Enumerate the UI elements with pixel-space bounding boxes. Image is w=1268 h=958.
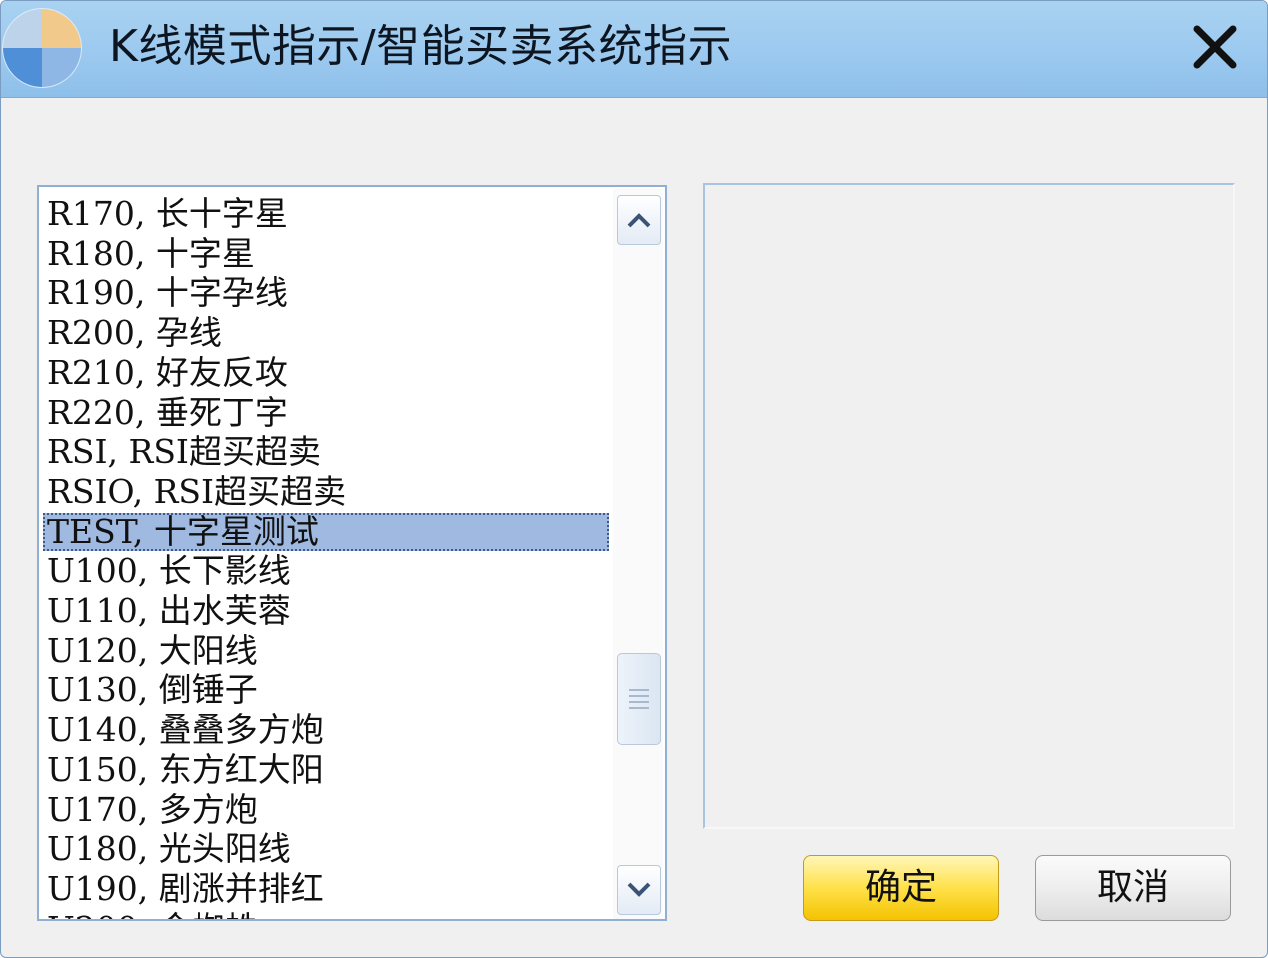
- list-item[interactable]: U190, 剧涨并排红: [43, 869, 609, 908]
- close-button[interactable]: [1187, 19, 1243, 75]
- preview-panel: [703, 183, 1235, 829]
- list-item[interactable]: R220, 垂死丁字: [43, 393, 609, 432]
- close-icon: [1193, 25, 1237, 69]
- list-item[interactable]: U200, 金蜘蛛: [43, 909, 609, 919]
- list-item[interactable]: U120, 大阳线: [43, 631, 609, 670]
- list-item[interactable]: R180, 十字星: [43, 234, 609, 273]
- list-item[interactable]: R210, 好友反攻: [43, 353, 609, 392]
- pattern-listbox[interactable]: R170, 长十字星 R180, 十字星 R190, 十字孕线 R200, 孕线 R21…: [37, 185, 667, 921]
- dialog-window: K线模式指示/智能买卖系统指示 R170, 长十字星 R180, 十字星 R190,…: [0, 0, 1268, 958]
- list-items: R170, 长十字星 R180, 十字星 R190, 十字孕线 R200, 孕线 R21…: [43, 187, 613, 919]
- list-item[interactable]: RSI, RSI超买超卖: [43, 433, 609, 471]
- title-bar[interactable]: K线模式指示/智能买卖系统指示: [1, 1, 1267, 98]
- app-logo-icon: [3, 9, 81, 87]
- window-title: K线模式指示/智能买卖系统指示: [109, 21, 733, 72]
- list-item[interactable]: U130, 倒锤子: [43, 671, 609, 709]
- list-item[interactable]: RSIO, RSI超买超卖: [43, 472, 609, 511]
- chevron-up-icon: [627, 213, 651, 228]
- scrollbar-thumb[interactable]: [617, 653, 661, 745]
- list-item[interactable]: U110, 出水芙蓉: [43, 592, 609, 630]
- list-item[interactable]: R170, 长十字星: [43, 195, 609, 233]
- scroll-down-button[interactable]: [617, 865, 661, 915]
- list-item[interactable]: R200, 孕线: [43, 314, 609, 352]
- vertical-scrollbar[interactable]: [613, 189, 663, 919]
- list-item[interactable]: U140, 叠叠多方炮: [43, 711, 609, 749]
- list-item[interactable]: TEST, 十字星测试: [43, 512, 609, 551]
- list-item[interactable]: U100, 长下影线: [43, 552, 609, 590]
- cancel-button[interactable]: 取消: [1035, 855, 1231, 921]
- scroll-up-button[interactable]: [617, 195, 661, 245]
- list-item[interactable]: U180, 光头阳线: [43, 830, 609, 868]
- list-item[interactable]: U150, 东方红大阳: [43, 750, 609, 789]
- ok-button[interactable]: 确定: [803, 855, 999, 921]
- chevron-down-icon: [627, 882, 651, 897]
- grip-lines-icon: [629, 685, 649, 713]
- list-item[interactable]: U170, 多方炮: [43, 790, 609, 829]
- list-item[interactable]: R190, 十字孕线: [43, 274, 609, 312]
